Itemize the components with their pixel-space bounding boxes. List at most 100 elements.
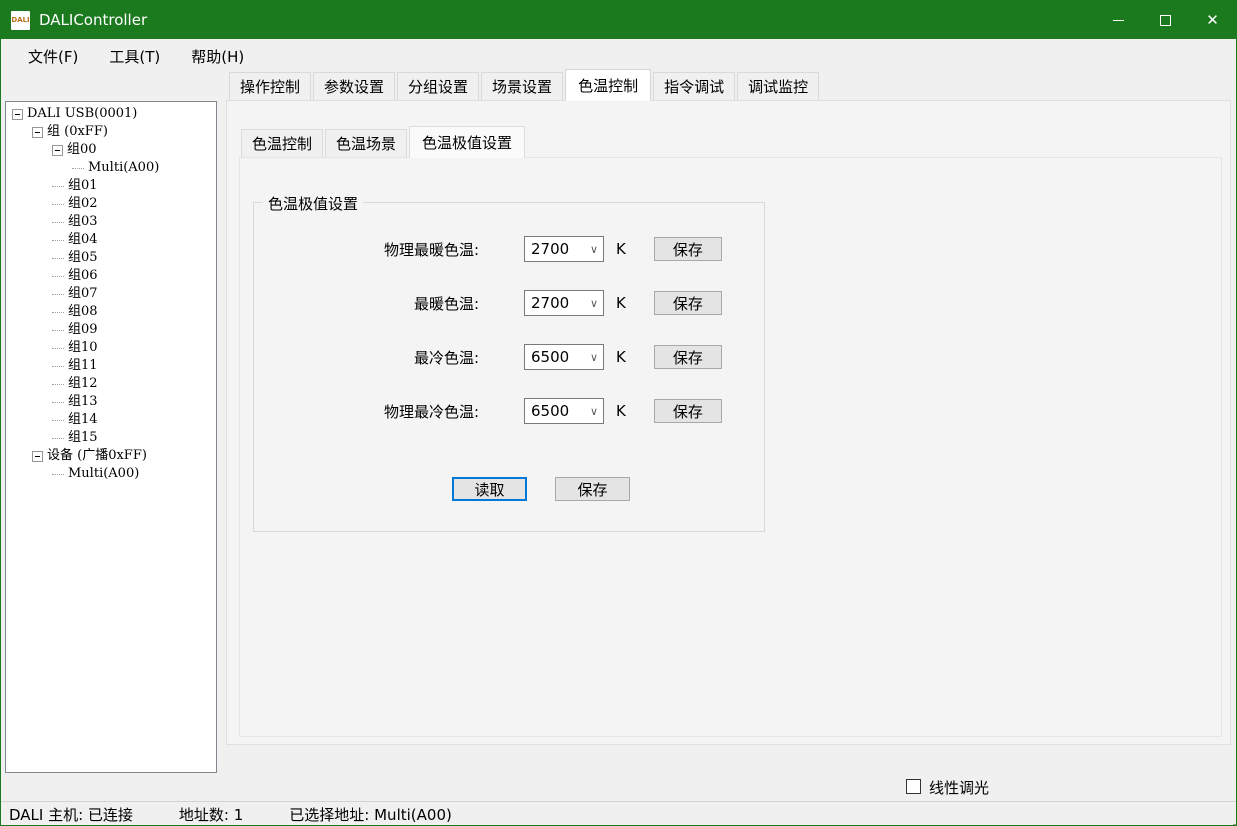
status-host-connection: DALI 主机: 已连接	[9, 804, 133, 825]
main-tab-5[interactable]: 指令调试	[653, 72, 735, 101]
tree-item-label: 组08	[68, 303, 98, 321]
tree-item-label: 组01	[68, 177, 98, 195]
tree-connector-icon	[52, 312, 64, 313]
ct-row-0: 物理最暖色温: 2700∨ K 保存	[254, 236, 722, 262]
row-save-button[interactable]: 保存	[654, 399, 722, 423]
chevron-down-icon[interactable]: ∨	[585, 405, 603, 418]
tree-item-3[interactable]: Multi(A00)	[6, 159, 216, 177]
tree-connector-icon	[52, 330, 64, 331]
tree-item-6[interactable]: 组03	[6, 213, 216, 231]
resize-grip-icon[interactable]	[1229, 820, 1232, 823]
linear-dimming-checkbox[interactable]	[906, 779, 921, 794]
tree-item-14[interactable]: 组11	[6, 357, 216, 375]
ct-value-combobox[interactable]: 6500∨	[524, 344, 604, 370]
tree-item-17[interactable]: 组14	[6, 411, 216, 429]
ct-row-1: 最暖色温:2700∨K保存	[254, 290, 722, 316]
main-tab-6[interactable]: 调试监控	[737, 72, 819, 101]
combobox-value: 6500	[525, 402, 585, 420]
tree-connector-icon	[52, 438, 64, 439]
tree-item-9[interactable]: 组06	[6, 267, 216, 285]
tree-item-label: 组04	[68, 231, 98, 249]
row-save-button[interactable]: 保存	[654, 291, 722, 315]
row-save-button[interactable]: 保存	[654, 237, 722, 261]
close-icon: ✕	[1206, 13, 1219, 28]
menu-item-1[interactable]: 工具(T)	[96, 42, 173, 71]
ct-value-combobox[interactable]: 2700∨	[524, 236, 604, 262]
main-tab-4[interactable]: 色温控制	[565, 69, 651, 101]
collapse-minus-icon[interactable]	[32, 451, 43, 462]
status-bar: DALI 主机: 已连接 地址数: 1 已选择地址: Multi(A00)	[1, 801, 1236, 826]
collapse-minus-icon[interactable]	[32, 127, 43, 138]
tree-item-label: Multi(A00)	[88, 159, 159, 177]
close-button[interactable]: ✕	[1189, 1, 1236, 39]
status-address-count: 地址数: 1	[179, 804, 243, 825]
sub-tab-0[interactable]: 色温控制	[241, 129, 323, 158]
tree-item-label: 组11	[68, 357, 98, 375]
combobox-value: 6500	[525, 348, 585, 366]
app-window: DALI DALIController ✕ 文件(F)工具(T)帮助(H) DA…	[0, 0, 1237, 826]
chevron-down-icon[interactable]: ∨	[585, 297, 603, 310]
main-tab-3[interactable]: 场景设置	[481, 72, 563, 101]
sub-tab-1[interactable]: 色温场景	[325, 129, 407, 158]
tree-item-label: 组03	[68, 213, 98, 231]
save-all-button[interactable]: 保存	[555, 477, 630, 501]
device-tree-panel: DALI USB(0001)组 (0xFF)组00Multi(A00)组01组0…	[5, 101, 217, 773]
tree-connector-icon	[52, 204, 64, 205]
menu-item-2[interactable]: 帮助(H)	[178, 42, 257, 71]
collapse-minus-icon[interactable]	[52, 145, 63, 156]
tree-item-15[interactable]: 组12	[6, 375, 216, 393]
tree-item-16[interactable]: 组13	[6, 393, 216, 411]
tree-connector-icon	[52, 348, 64, 349]
main-tab-2[interactable]: 分组设置	[397, 72, 479, 101]
menu-item-0[interactable]: 文件(F)	[15, 42, 91, 71]
tree-item-label: 组14	[68, 411, 98, 429]
ct-row-label: 最冷色温:	[254, 347, 479, 368]
tree-item-label: 组12	[68, 375, 98, 393]
tree-item-4[interactable]: 组01	[6, 177, 216, 195]
unit-label: K	[616, 240, 626, 258]
chevron-down-icon[interactable]: ∨	[585, 243, 603, 256]
tree-item-0[interactable]: DALI USB(0001)	[6, 105, 216, 123]
ct-value-combobox[interactable]: 2700∨	[524, 290, 604, 316]
tree-item-10[interactable]: 组07	[6, 285, 216, 303]
read-button[interactable]: 读取	[452, 477, 527, 501]
sub-tab-2[interactable]: 色温极值设置	[409, 126, 525, 158]
tree-item-2[interactable]: 组00	[6, 141, 216, 159]
sub-tab-strip: 色温控制色温场景色温极值设置	[241, 130, 527, 158]
tree-item-label: 设备 (广播0xFF)	[47, 447, 147, 465]
tree-item-13[interactable]: 组10	[6, 339, 216, 357]
color-temp-tab-page: 色温控制色温场景色温极值设置 色温极值设置 物理最暖色温:2700∨K保存最暖色…	[226, 100, 1231, 745]
ct-row-label: 物理最暖色温:	[254, 239, 479, 260]
app-icon: DALI	[11, 11, 30, 30]
tree-connector-icon	[52, 294, 64, 295]
minimize-icon	[1113, 20, 1124, 21]
window-controls: ✕	[1095, 1, 1236, 39]
tree-connector-icon	[52, 420, 64, 421]
collapse-minus-icon[interactable]	[12, 109, 23, 120]
main-tab-0[interactable]: 操作控制	[229, 72, 311, 101]
tree-item-label: 组10	[68, 339, 98, 357]
groupbox-title: 色温极值设置	[263, 193, 363, 214]
tree-item-8[interactable]: 组05	[6, 249, 216, 267]
minimize-button[interactable]	[1095, 1, 1142, 39]
maximize-button[interactable]	[1142, 1, 1189, 39]
menu-bar: 文件(F)工具(T)帮助(H)	[1, 39, 1236, 73]
tree-item-11[interactable]: 组08	[6, 303, 216, 321]
combobox-value: 2700	[525, 294, 585, 312]
tree-item-18[interactable]: 组15	[6, 429, 216, 447]
main-tab-1[interactable]: 参数设置	[313, 72, 395, 101]
tree-connector-icon	[72, 168, 84, 169]
tree-item-20[interactable]: Multi(A00)	[6, 465, 216, 483]
tree-item-5[interactable]: 组02	[6, 195, 216, 213]
tree-item-7[interactable]: 组04	[6, 231, 216, 249]
chevron-down-icon[interactable]: ∨	[585, 351, 603, 364]
tree-item-12[interactable]: 组09	[6, 321, 216, 339]
tree-item-1[interactable]: 组 (0xFF)	[6, 123, 216, 141]
row-save-button[interactable]: 保存	[654, 345, 722, 369]
tree-item-label: Multi(A00)	[68, 465, 139, 483]
ct-row-label: 物理最冷色温:	[254, 401, 479, 422]
footer-row: 线性调光	[1, 773, 1236, 801]
tree-item-19[interactable]: 设备 (广播0xFF)	[6, 447, 216, 465]
ct-extremes-groupbox: 色温极值设置 物理最暖色温:2700∨K保存最暖色温:2700∨K保存最冷色温:…	[253, 202, 765, 532]
ct-value-combobox[interactable]: 6500∨	[524, 398, 604, 424]
